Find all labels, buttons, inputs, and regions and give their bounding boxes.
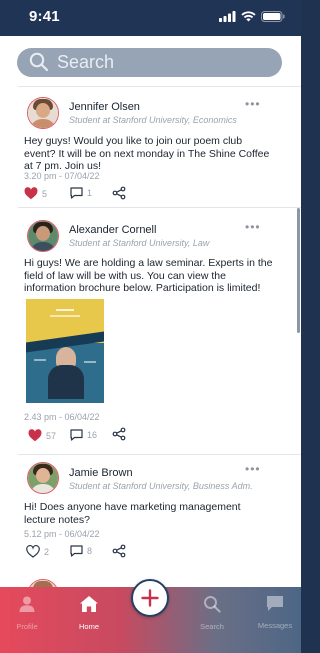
share-icon (112, 186, 126, 200)
nav-messages[interactable]: Messages (250, 595, 300, 630)
post-date: 5.12 pm - 06/04/22 (24, 529, 100, 539)
share-icon (112, 427, 126, 441)
comment-icon (70, 429, 83, 441)
share-icon (112, 544, 126, 558)
signal-icon (219, 11, 236, 22)
divider (18, 454, 301, 455)
like-button[interactable]: 5 (24, 187, 47, 200)
avatar[interactable] (27, 579, 59, 587)
share-button[interactable] (112, 427, 126, 441)
like-count: 2 (44, 546, 50, 557)
seminar-brochure-image[interactable] (26, 299, 104, 403)
home-icon (80, 596, 98, 612)
nav-label: Search (200, 622, 224, 631)
post-role: Student at Stanford University, Economic… (69, 115, 237, 125)
nav-label: Home (78, 622, 99, 631)
post-role: Student at Stanford University, Business… (69, 481, 253, 491)
avatar[interactable] (27, 220, 59, 252)
more-options-icon[interactable]: ••• (245, 97, 261, 111)
nav-label: Messages (257, 621, 293, 630)
search-icon (204, 596, 221, 613)
post-author[interactable]: Jamie Brown (69, 467, 133, 479)
like-button[interactable]: 57 (28, 429, 56, 442)
scrollbar[interactable] (297, 208, 300, 333)
divider (18, 207, 301, 208)
search-placeholder: Search (57, 52, 115, 72)
wifi-icon (241, 11, 256, 22)
post-author[interactable]: Alexander Cornell (69, 224, 156, 236)
nav-profile[interactable]: Profile (2, 595, 52, 631)
post-author[interactable]: Jennifer Olsen (69, 101, 140, 113)
post-text: Hi! Does anyone have marketing managemen… (24, 501, 241, 526)
divider (18, 86, 301, 87)
post-text: Hi guys! We are holding a law seminar. E… (24, 257, 273, 294)
plus-icon (141, 589, 159, 607)
heart-outline-icon (26, 545, 40, 558)
avatar[interactable] (27, 97, 59, 129)
heart-filled-icon (28, 429, 42, 442)
battery-icon (261, 11, 285, 22)
like-count: 5 (42, 188, 48, 199)
status-bar: 9:41 (0, 0, 301, 36)
more-options-icon[interactable]: ••• (245, 220, 261, 234)
comment-button[interactable]: 1 (70, 187, 92, 199)
post-role: Student at Stanford University, Law (69, 238, 210, 248)
share-button[interactable] (112, 544, 126, 558)
comment-count: 8 (87, 546, 93, 556)
post-text: Hey guys! Would you like to join our poe… (24, 135, 270, 172)
avatar[interactable] (27, 462, 59, 494)
message-icon (267, 596, 283, 611)
post-date: 3.20 pm - 07/04/22 (24, 171, 100, 181)
status-icons (219, 11, 285, 22)
comment-icon (70, 545, 83, 557)
share-button[interactable] (112, 186, 126, 200)
comment-count: 16 (87, 430, 98, 440)
nav-search[interactable]: Search (187, 595, 237, 631)
post-date: 2.43 pm - 06/04/22 (24, 412, 100, 422)
more-options-icon[interactable]: ••• (245, 462, 261, 476)
comment-button[interactable]: 8 (70, 545, 92, 557)
search-bar[interactable]: Search (17, 48, 282, 77)
like-count: 57 (46, 430, 57, 441)
profile-icon (19, 596, 35, 612)
status-time: 9:41 (29, 8, 60, 25)
nav-label: Profile (16, 622, 38, 631)
heart-filled-icon (24, 187, 38, 200)
comment-icon (70, 187, 83, 199)
create-post-button[interactable] (131, 579, 169, 617)
comment-count: 1 (87, 188, 93, 198)
feed-screen: Search Jennifer Olsen Student at Stanfor… (0, 36, 301, 587)
comment-button[interactable]: 16 (70, 429, 97, 441)
search-icon (29, 52, 49, 72)
nav-home[interactable]: Home (64, 595, 114, 631)
like-button[interactable]: 2 (26, 545, 49, 558)
